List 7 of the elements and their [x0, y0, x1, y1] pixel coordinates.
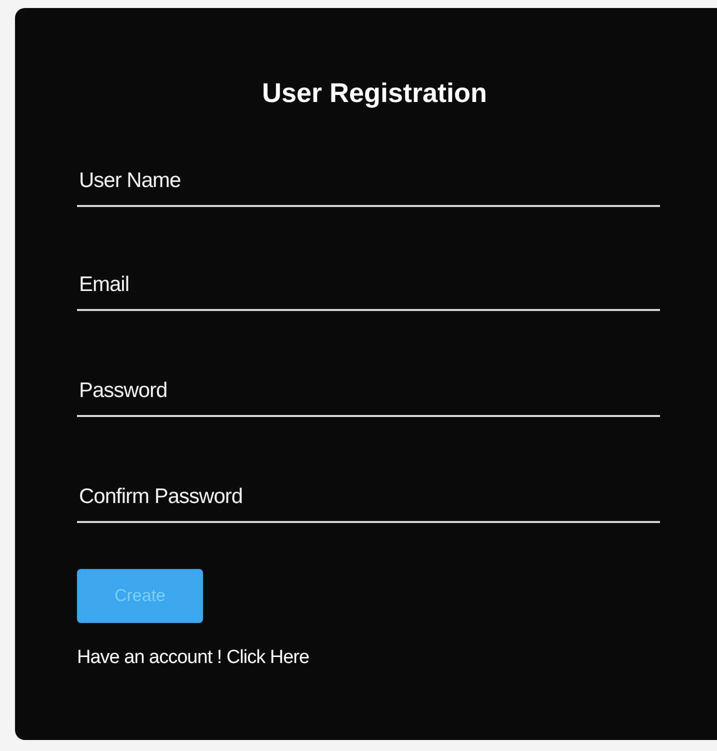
input-field[interactable]: Password [77, 371, 660, 417]
input-field[interactable]: Confirm Password [77, 477, 660, 523]
input-field[interactable]: User Name [77, 161, 660, 207]
input-field[interactable]: Email [77, 265, 660, 311]
click-here-link[interactable]: Click Here [226, 647, 310, 668]
account-prompt: Have an account ! Click Here [77, 647, 310, 669]
form-title: User Registration [260, 78, 488, 109]
